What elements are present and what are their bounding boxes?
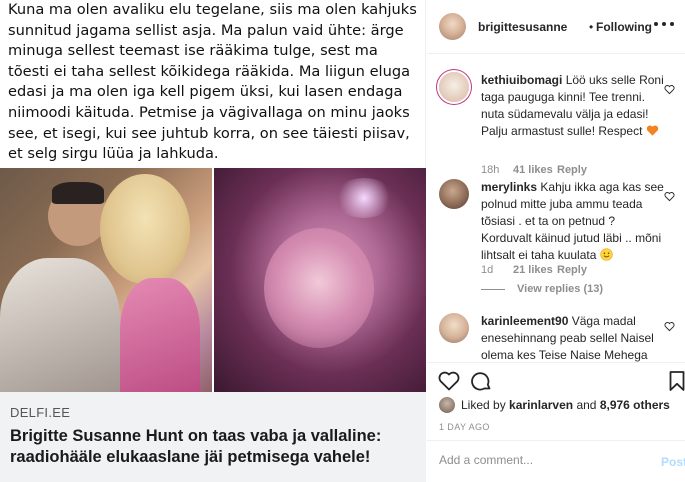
comment-text: kethiuibomagi Löö uks selle Roni taga pa… <box>481 72 665 140</box>
avatar[interactable] <box>439 13 466 40</box>
avatar[interactable] <box>439 313 469 343</box>
article-photo <box>0 168 426 392</box>
divider <box>481 288 505 290</box>
comment-username[interactable]: merylinks <box>481 180 537 194</box>
liked-by-user[interactable]: karinlarven <box>509 398 573 412</box>
comment-age: 18h <box>481 164 500 176</box>
comment-text: merylinks Kahju ikka aga kas see polnud … <box>481 179 665 264</box>
avatar[interactable] <box>439 397 455 413</box>
reply-button[interactable]: Reply <box>557 164 587 176</box>
like-comment-icon[interactable] <box>664 191 675 202</box>
heart-icon[interactable] <box>437 369 461 393</box>
like-comment-icon[interactable] <box>664 84 675 95</box>
post-comment-button[interactable]: Post <box>661 455 685 469</box>
comment-meta: 1d 21 likes Reply <box>481 264 587 276</box>
comment-age: 1d <box>481 264 494 276</box>
photo-couple <box>0 168 212 392</box>
view-replies-button[interactable]: View replies (13) <box>481 283 603 295</box>
header-separator: • <box>589 20 594 34</box>
avatar[interactable] <box>439 72 469 102</box>
post-image[interactable]: Kuna ma olen avaliku elu tegelane, siis … <box>0 0 426 482</box>
comment-likes[interactable]: 21 likes <box>513 264 553 276</box>
orange-heart-icon <box>646 125 658 136</box>
post-timestamp[interactable]: 1 DAY AGO <box>439 422 490 432</box>
comment-username[interactable]: kethiuibomagi <box>481 73 562 87</box>
bookmark-icon[interactable] <box>665 369 685 393</box>
photo-blurred <box>214 168 426 392</box>
likes-count-link[interactable]: 8,976 others <box>600 398 670 412</box>
comment-text: karinleement90 Väga madal enesehinnang p… <box>481 313 665 362</box>
liked-by: Liked by karinlarven and 8,976 others <box>439 396 670 414</box>
like-comment-icon[interactable] <box>664 321 675 332</box>
following-button[interactable]: Following <box>596 20 652 34</box>
view-replies-label: View replies (13) <box>517 283 604 295</box>
reply-button[interactable]: Reply <box>557 264 587 276</box>
comment-icon[interactable] <box>469 369 493 393</box>
author-username[interactable]: brigittesusanne <box>478 20 567 34</box>
comments-list[interactable]: kethiuibomagi Löö uks selle Roni taga pa… <box>427 55 685 362</box>
comment-meta: 18h 41 likes Reply <box>481 164 587 176</box>
smiling-face-icon <box>600 248 613 261</box>
article-text: Kuna ma olen avaliku elu tegelane, siis … <box>8 1 417 163</box>
post-header: brigittesusanne • Following <box>427 0 685 54</box>
post-sidebar: brigittesusanne • Following kethiuibomag… <box>427 0 685 482</box>
liked-by-conjunction: and <box>576 398 597 412</box>
article-source: DELFI.EE <box>10 405 71 420</box>
comment-input[interactable] <box>439 453 639 467</box>
comment-likes[interactable]: 41 likes <box>513 164 553 176</box>
action-bar <box>427 362 685 396</box>
comment-username[interactable]: karinleement90 <box>481 314 568 328</box>
add-comment-bar: Post <box>427 440 685 482</box>
more-horizontal-icon[interactable] <box>654 16 674 32</box>
avatar[interactable] <box>439 179 469 209</box>
liked-by-prefix: Liked by <box>461 398 506 412</box>
article-headline[interactable]: Brigitte Susanne Hunt on taas vaba ja va… <box>10 426 410 468</box>
